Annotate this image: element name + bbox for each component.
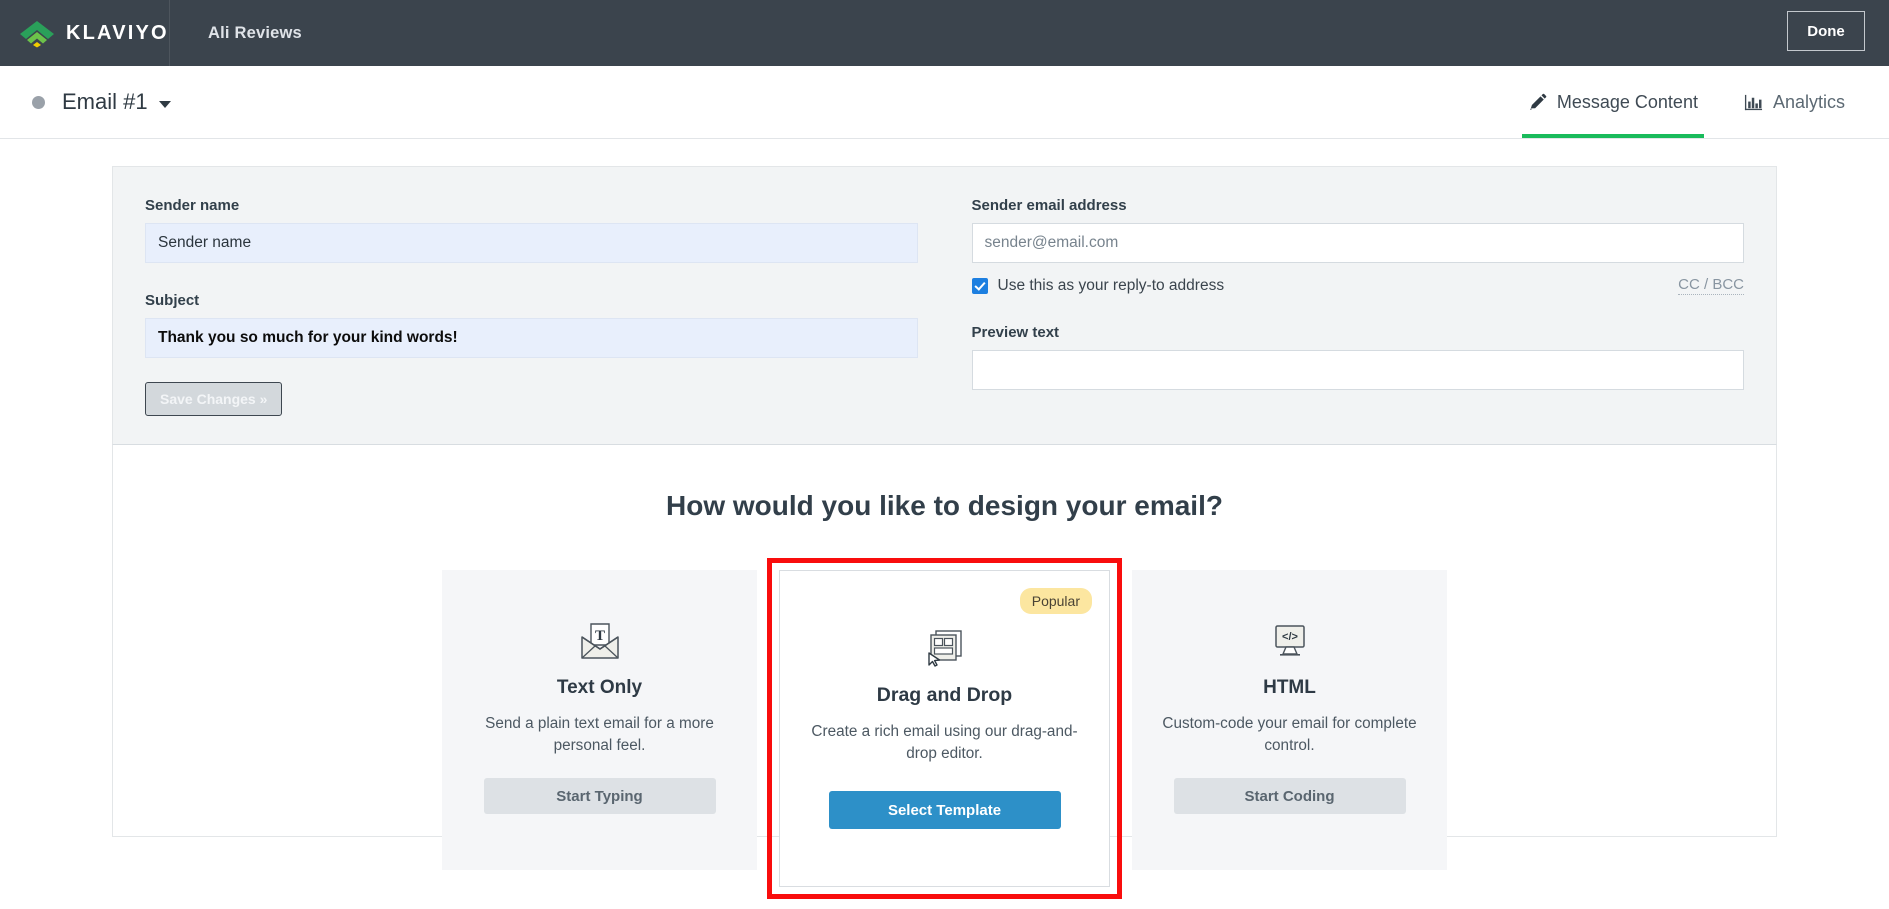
design-option-cards: T Text Only Send a plain text email for … [113,558,1776,899]
svg-text:</>: </> [1282,631,1298,643]
svg-text:T: T [594,628,604,644]
cc-bcc-toggle[interactable]: CC / BCC [1678,276,1744,295]
sender-email-label: Sender email address [971,197,1127,214]
main-content: Sender name Subject Save Changes » Sende… [0,166,1889,899]
code-monitor-icon: </> [1268,620,1312,662]
sender-email-input[interactable] [971,223,1744,263]
page-title: Email #1 [62,89,148,114]
account-name: Ali Reviews [208,23,302,42]
bar-chart-icon [1744,93,1763,112]
reply-to-checkbox[interactable] [971,277,988,294]
design-heading: How would you like to design your email? [666,490,1223,521]
brand-wordmark: KLAVIYO [66,21,169,44]
reply-to-label: Use this as your reply-to address [997,276,1225,294]
preview-text-label: Preview text [971,324,1060,341]
save-changes-button[interactable]: Save Changes » [145,382,283,416]
settings-left-column: Sender name Subject Save Changes » [145,197,945,416]
card-title: Text Only [556,677,643,698]
sender-name-input[interactable] [145,223,918,263]
reply-to-group[interactable]: Use this as your reply-to address [971,276,1225,295]
subject-input[interactable] [145,318,918,358]
email-title-dropdown[interactable]: Email #1 [0,89,171,115]
card-title: Drag and Drop [876,684,1013,706]
status-dot-icon [32,95,45,109]
envelope-text-icon: T [578,620,622,662]
pencil-icon [1528,93,1547,112]
popular-badge: Popular [1019,588,1092,614]
card-description: Create a rich email using our drag-and-d… [811,723,1078,763]
tab-label: Message Content [1556,91,1698,112]
subject-label: Subject [145,292,200,309]
card-title: HTML [1263,677,1316,698]
brand-logo[interactable]: KLAVIYO [0,0,170,66]
top-bar: KLAVIYO Ali Reviews Done [0,0,1889,66]
card-text-only[interactable]: T Text Only Send a plain text email for … [442,570,757,870]
sender-name-label: Sender name [145,197,240,214]
select-template-button[interactable]: Select Template [828,791,1061,830]
tab-message-content[interactable]: Message Content [1521,66,1705,138]
email-settings-panel: Sender name Subject Save Changes » Sende… [112,166,1777,445]
reply-to-row: Use this as your reply-to address CC / B… [971,276,1744,295]
tab-analytics[interactable]: Analytics [1738,66,1851,138]
preview-text-input[interactable] [971,350,1744,390]
settings-right-column: Sender email address Use this as your re… [945,197,1744,416]
chevron-down-icon[interactable] [158,100,171,108]
card-description: Send a plain text email for a more perso… [485,715,714,755]
card-drag-and-drop[interactable]: Popular Drag and Drop Create a rich emai… [767,558,1122,899]
tab-bar: Message Content Analytics [1488,66,1851,138]
klaviyo-logo-icon [18,18,56,48]
sub-bar: Email #1 Message Content Analytics [0,66,1889,139]
tab-label: Analytics [1772,91,1845,112]
start-typing-button[interactable]: Start Typing [483,778,716,815]
card-html[interactable]: </> HTML Custom-code your email for comp… [1132,570,1447,870]
drag-drop-layout-icon [923,627,967,669]
start-coding-button[interactable]: Start Coding [1173,778,1406,815]
design-chooser-panel: How would you like to design your email?… [112,445,1777,899]
card-description: Custom-code your email for complete cont… [1162,715,1417,755]
done-button[interactable]: Done [1787,11,1865,51]
